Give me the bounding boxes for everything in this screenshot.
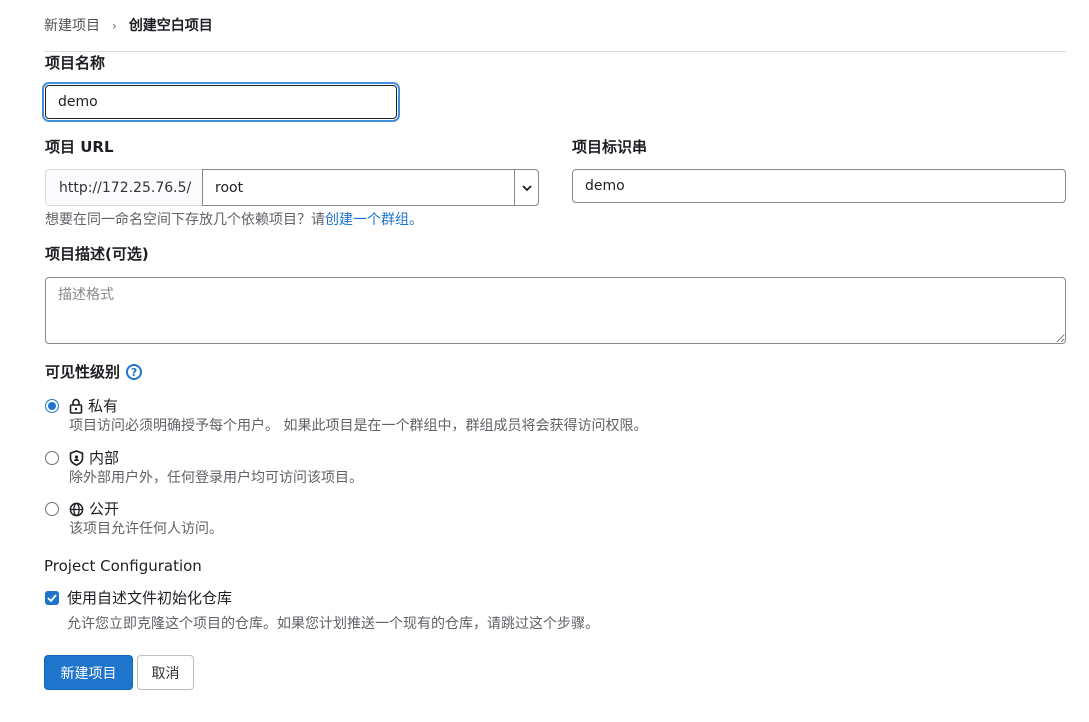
chevron-down-icon[interactable] — [514, 170, 538, 205]
project-name-label: 项目名称 — [45, 54, 106, 72]
url-prefix: http://172.25.76.5/ — [45, 169, 202, 206]
group-hint: 想要在同一命名空间下存放几个依赖项目？请创建一个群组。 — [45, 210, 423, 230]
project-url-group: http://172.25.76.5/ root — [45, 169, 539, 206]
visibility-internal-label: 内部 — [89, 449, 120, 467]
lock-icon — [69, 398, 83, 414]
breadcrumb: 新建项目 › 创建空白项目 — [44, 16, 213, 36]
question-circle-icon[interactable]: ? — [126, 364, 143, 380]
readme-help: 允许您立即克隆这个项目的仓库。如果您计划推送一个现有的仓库，请跳过这个步骤。 — [67, 616, 599, 632]
project-slug-input[interactable] — [572, 169, 1066, 203]
project-description-label: 项目描述(可选) — [45, 245, 149, 263]
visibility-public-title: 公开 — [69, 499, 223, 519]
visibility-public-radio[interactable] — [45, 502, 59, 516]
project-name-input[interactable] — [45, 85, 397, 119]
visibility-option-private[interactable]: 私有 项目访问必须明确授予每个用户。 如果此项目是在一个群组中，群组成员将会获得… — [45, 396, 647, 436]
visibility-private-radio[interactable] — [45, 399, 59, 413]
namespace-value: root — [215, 179, 244, 196]
breadcrumb-separator: › — [112, 19, 117, 33]
group-hint-text: 想要在同一命名空间下存放几个依赖项目？请 — [45, 212, 325, 228]
create-group-link[interactable]: 创建一个群组。 — [325, 212, 423, 228]
breadcrumb-current: 创建空白项目 — [128, 18, 213, 34]
visibility-level-label: 可见性级别 ? — [45, 362, 143, 382]
visibility-public-desc: 该项目允许任何人访问。 — [69, 521, 223, 537]
visibility-internal-radio[interactable] — [45, 451, 59, 465]
readme-checkbox[interactable] — [45, 591, 59, 605]
header-divider — [44, 51, 1066, 52]
visibility-level-text: 可见性级别 — [45, 363, 121, 381]
visibility-option-public[interactable]: 公开 该项目允许任何人访问。 — [45, 499, 223, 539]
readme-option[interactable]: 使用自述文件初始化仓库 — [45, 588, 232, 608]
project-url-label: 项目 URL — [45, 138, 114, 156]
globe-icon — [69, 502, 84, 516]
visibility-option-internal[interactable]: 内部 除外部用户外，任何登录用户均可访问该项目。 — [45, 448, 363, 488]
visibility-internal-desc: 除外部用户外，任何登录用户均可访问该项目。 — [69, 470, 363, 486]
visibility-private-label: 私有 — [88, 397, 119, 415]
project-configuration-heading: Project Configuration — [44, 557, 202, 575]
cancel-button[interactable]: 取消 — [137, 655, 194, 690]
new-project-page: 新建项目 › 创建空白项目 项目名称 项目 URL http://172.25.… — [0, 0, 1089, 722]
breadcrumb-new-project-link[interactable]: 新建项目 — [44, 16, 100, 36]
readme-label: 使用自述文件初始化仓库 — [67, 589, 233, 607]
visibility-private-title: 私有 — [69, 396, 647, 416]
check-icon — [47, 594, 57, 602]
create-project-button[interactable]: 新建项目 — [44, 655, 133, 690]
shield-icon — [69, 450, 84, 466]
project-slug-label: 项目标识串 — [572, 138, 648, 156]
namespace-select[interactable]: root — [202, 169, 539, 206]
visibility-public-label: 公开 — [89, 500, 120, 518]
project-description-textarea[interactable] — [45, 277, 1066, 344]
visibility-private-desc: 项目访问必须明确授予每个用户。 如果此项目是在一个群组中，群组成员将会获得访问权… — [69, 418, 648, 434]
visibility-internal-title: 内部 — [69, 448, 363, 468]
